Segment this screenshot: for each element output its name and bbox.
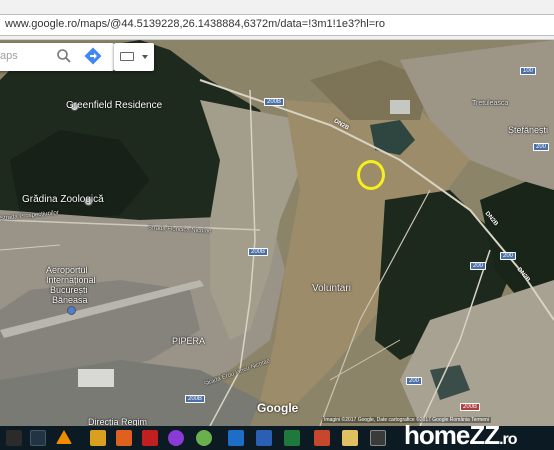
road-shield: 200B: [460, 403, 481, 411]
app-icon[interactable]: [168, 430, 184, 446]
highlight-circle: [357, 160, 385, 190]
airport-icon[interactable]: [67, 306, 76, 315]
road-shield: 200: [533, 143, 550, 151]
label-zoo[interactable]: Grădina Zoologică: [22, 194, 104, 205]
label-airport-2[interactable]: Internațional: [46, 275, 96, 285]
outlook-icon[interactable]: [228, 430, 244, 446]
homezz-watermark: homeZZ.ro: [404, 420, 518, 450]
word-icon[interactable]: [256, 430, 272, 446]
app-icon[interactable]: [116, 430, 132, 446]
address-bar[interactable]: www.google.ro/maps/@44.5139228,26.143888…: [0, 14, 554, 36]
pdf-icon[interactable]: [142, 430, 158, 446]
satellite-map[interactable]: aps Greenfield Residence Grădina Zoologi…: [0, 40, 554, 426]
label-pipera[interactable]: PIPERA: [172, 336, 205, 346]
maps-search-box[interactable]: aps: [0, 43, 114, 71]
task-view-icon[interactable]: [30, 430, 46, 446]
excel-icon[interactable]: [284, 430, 300, 446]
label-airport-1[interactable]: Aeroportul: [46, 265, 88, 275]
road-shield: 200: [406, 377, 423, 385]
vlc-icon[interactable]: [56, 430, 72, 444]
browser-toolbar: www.google.ro/maps/@44.5139228,26.143888…: [0, 0, 554, 40]
brand-suffix: .ro: [499, 431, 517, 448]
road-shield: 200B: [248, 248, 269, 256]
brand-main: homeZZ: [404, 420, 500, 450]
powerpoint-icon[interactable]: [314, 430, 330, 446]
google-logo: Google: [257, 401, 299, 415]
label-airport-4[interactable]: Băneasa: [52, 295, 88, 305]
search-input[interactable]: aps: [0, 50, 18, 62]
app-icon[interactable]: [342, 430, 358, 446]
folder-icon[interactable]: [90, 430, 106, 446]
road-shield: 200B: [185, 395, 206, 403]
keyboard-icon: [120, 52, 134, 61]
road-shield: 200: [500, 252, 517, 260]
directions-icon[interactable]: [84, 47, 102, 65]
label-airport-3[interactable]: București: [50, 285, 88, 295]
label-voluntari[interactable]: Voluntari: [312, 283, 351, 294]
road-shield: 200B: [264, 98, 285, 106]
label-directia[interactable]: Direcția Regim: [88, 417, 147, 426]
label-greenfield[interactable]: Greenfield Residence: [66, 100, 162, 111]
address-text[interactable]: www.google.ro/maps/@44.5139228,26.143888…: [5, 18, 385, 30]
road-shield: 200: [470, 262, 487, 270]
label-stefanesti[interactable]: Ștefănești: [508, 125, 548, 135]
chrome-icon[interactable]: [196, 430, 212, 446]
label-tretuleasca[interactable]: Tretuleasca: [472, 100, 508, 107]
chevron-down-icon: [142, 55, 148, 59]
photos-icon[interactable]: [370, 430, 386, 446]
road-shield: 100: [520, 67, 537, 75]
input-tools-button[interactable]: [114, 43, 154, 71]
search-icon[interactable]: [56, 48, 72, 64]
start-icon[interactable]: [6, 430, 22, 446]
